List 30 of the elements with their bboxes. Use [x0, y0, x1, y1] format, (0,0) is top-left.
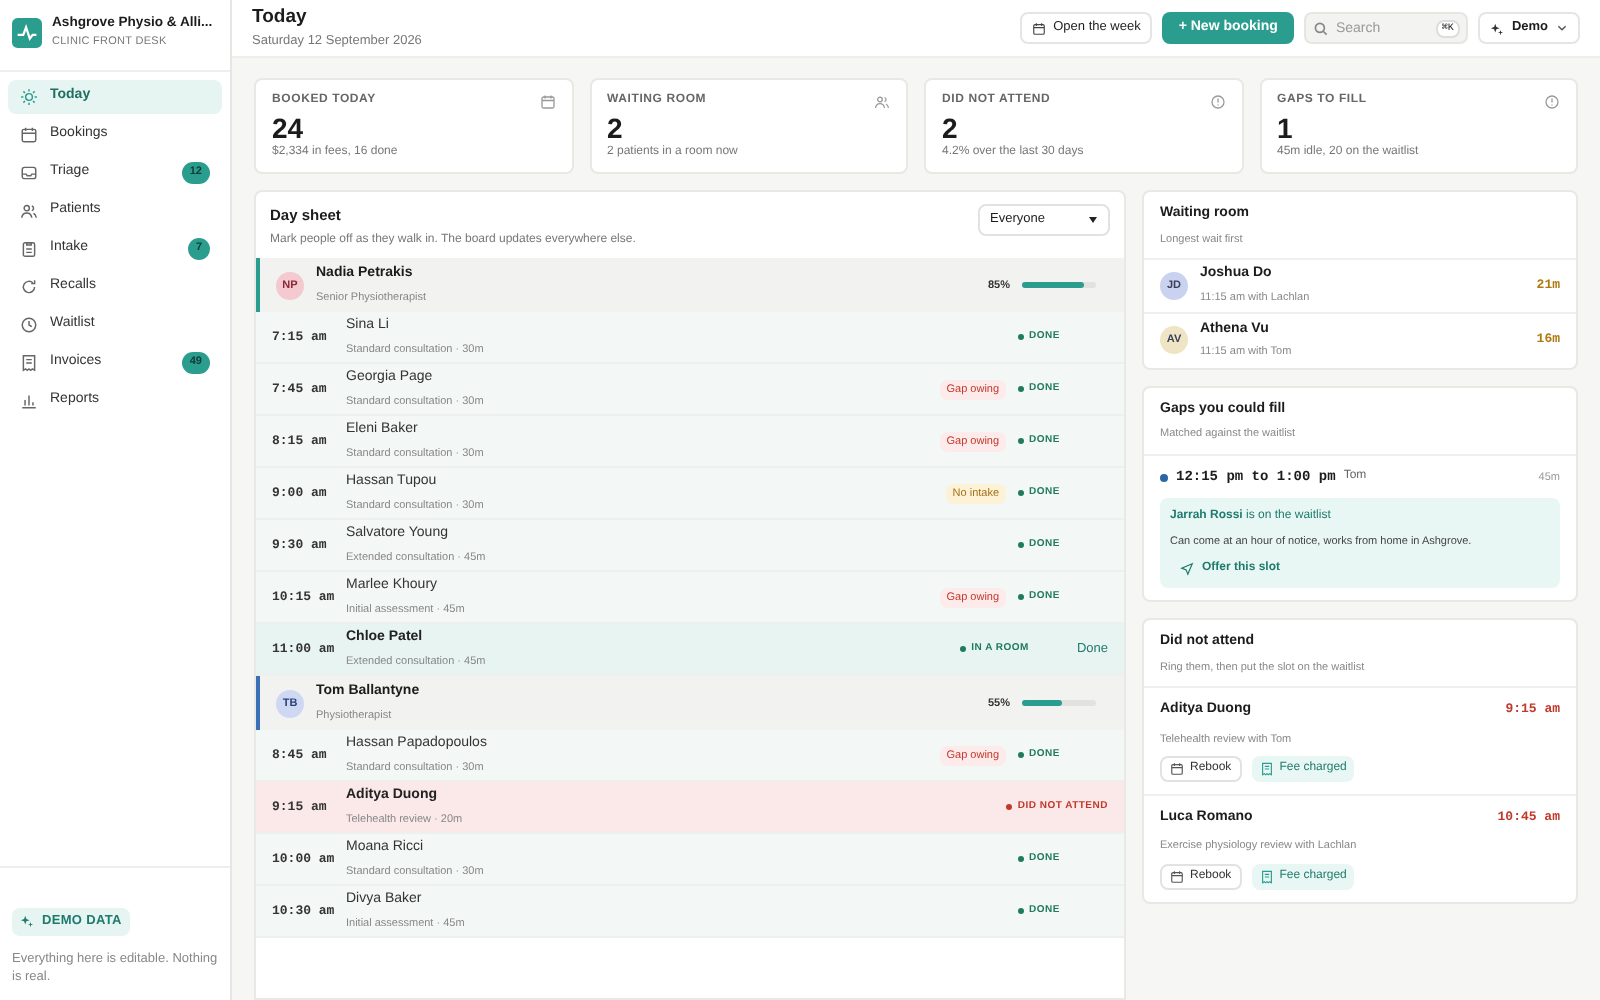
sparkle-icon — [1489, 21, 1504, 35]
info-circle-icon — [1544, 93, 1560, 109]
receipt-icon — [20, 354, 38, 372]
calendar-icon — [1170, 869, 1184, 883]
caret-down-icon — [1088, 216, 1098, 224]
clock-icon — [20, 316, 38, 334]
calendar-icon — [1031, 21, 1046, 35]
stat-value: 24 — [272, 112, 306, 145]
clinic-logo-icon — [12, 17, 42, 47]
chevron-down-icon — [1556, 22, 1568, 34]
calendar-icon — [539, 93, 555, 109]
clipboard-icon — [20, 240, 38, 258]
users-icon — [20, 202, 38, 220]
users-icon — [874, 93, 890, 109]
stat-value: 2 — [942, 112, 960, 145]
stat-value: 2 — [607, 112, 625, 145]
calendar-icon — [1170, 761, 1184, 776]
stat-value: 1 — [1277, 112, 1295, 145]
page-title: Today — [252, 4, 309, 32]
receipt-icon — [1259, 761, 1274, 776]
sparkle-icon — [20, 914, 34, 929]
search-icon — [1313, 21, 1328, 35]
send-icon — [1180, 562, 1194, 577]
refresh-icon — [20, 278, 38, 296]
sun-icon — [20, 88, 38, 106]
inbox-icon — [20, 164, 38, 182]
receipt-icon — [1259, 869, 1274, 883]
bar-chart-icon — [20, 392, 38, 410]
info-circle-icon — [1209, 93, 1225, 109]
calendar-icon — [20, 126, 38, 144]
